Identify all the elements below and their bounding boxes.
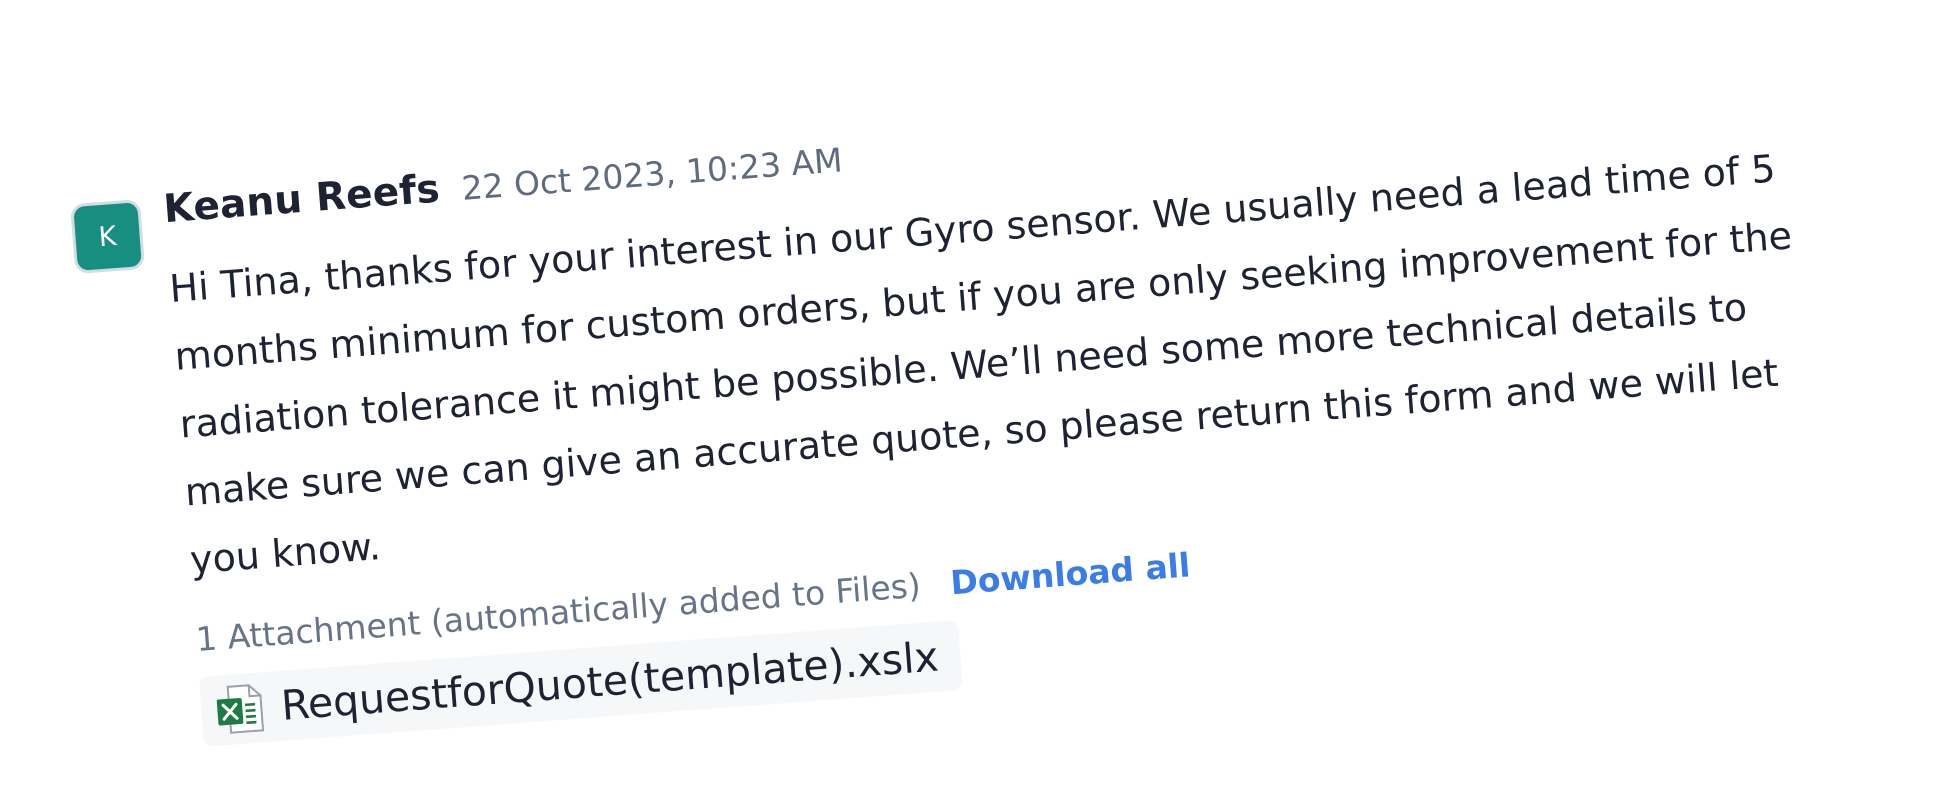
chat-message: K Keanu Reefs 22 Oct 2023, 10:23 AM Hi T… — [69, 62, 1866, 753]
attachment-file-name: RequestforQuote(template).xslx — [279, 632, 941, 730]
message-container: K Keanu Reefs 22 Oct 2023, 10:23 AM Hi T… — [69, 62, 1866, 753]
download-all-link[interactable]: Download all — [949, 545, 1192, 602]
message-content: Keanu Reefs 22 Oct 2023, 10:23 AM Hi Tin… — [162, 62, 1866, 747]
avatar-initial: K — [97, 220, 118, 253]
message-timestamp: 22 Oct 2023, 10:23 AM — [460, 140, 844, 208]
excel-file-icon — [216, 684, 265, 734]
author-name[interactable]: Keanu Reefs — [162, 167, 441, 233]
avatar[interactable]: K — [70, 199, 146, 275]
